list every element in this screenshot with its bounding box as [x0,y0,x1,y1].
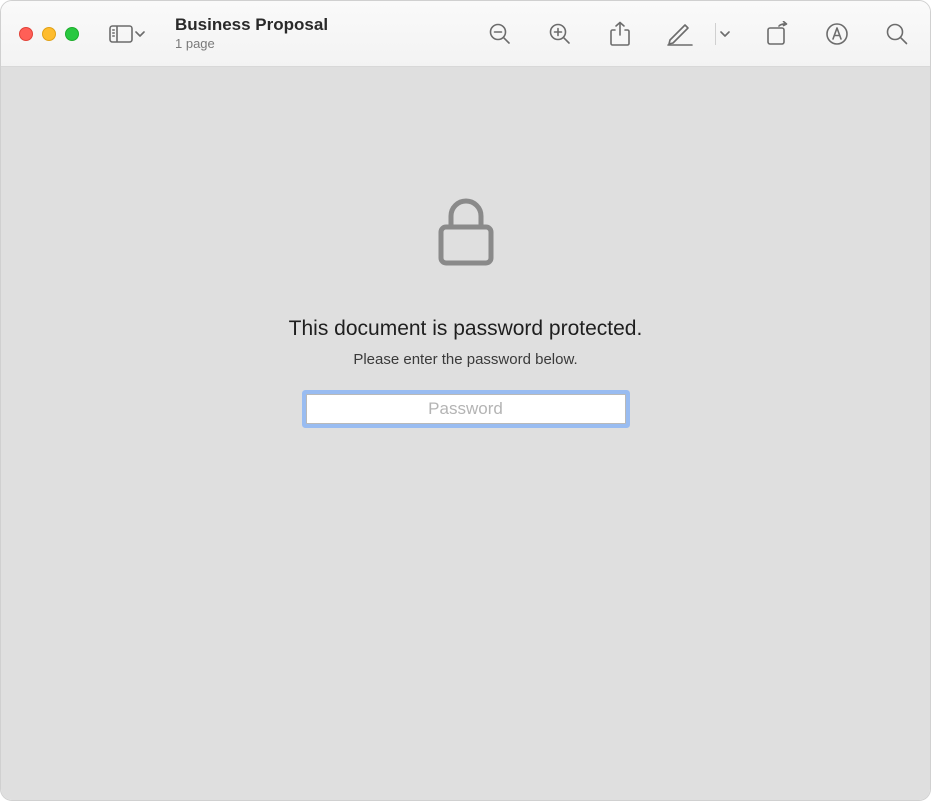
pencil-icon [667,22,693,46]
content-area: This document is password protected. Ple… [1,67,930,800]
rotate-icon [765,21,789,47]
chevron-down-icon [720,30,730,38]
zoom-in-button[interactable] [545,19,575,49]
highlight-icon [825,22,849,46]
document-subtitle: 1 page [175,36,328,52]
markup-menu-button[interactable] [718,30,732,38]
password-heading: This document is password protected. [289,317,643,341]
title-block: Business Proposal 1 page [175,15,328,52]
toolbar-separator [715,23,716,45]
search-button[interactable] [882,19,912,49]
maximize-button[interactable] [65,27,79,41]
document-title: Business Proposal [175,15,328,35]
password-subheading: Please enter the password below. [353,351,577,368]
sidebar-toggle-button[interactable] [103,21,151,47]
rotate-button[interactable] [762,19,792,49]
close-button[interactable] [19,27,33,41]
password-input[interactable] [306,394,626,424]
window-controls [19,27,79,41]
titlebar: Business Proposal 1 page [1,1,930,67]
share-icon [609,21,631,47]
zoom-in-icon [548,22,572,46]
app-window: Business Proposal 1 page [0,0,931,801]
markup-button[interactable] [665,19,695,49]
zoom-out-button[interactable] [485,19,515,49]
lock-icon [437,197,495,267]
zoom-out-icon [488,22,512,46]
search-icon [885,22,909,46]
sidebar-icon [109,25,133,43]
chevron-down-icon [135,30,145,38]
highlight-button[interactable] [822,19,852,49]
minimize-button[interactable] [42,27,56,41]
share-button[interactable] [605,19,635,49]
toolbar [485,19,912,49]
